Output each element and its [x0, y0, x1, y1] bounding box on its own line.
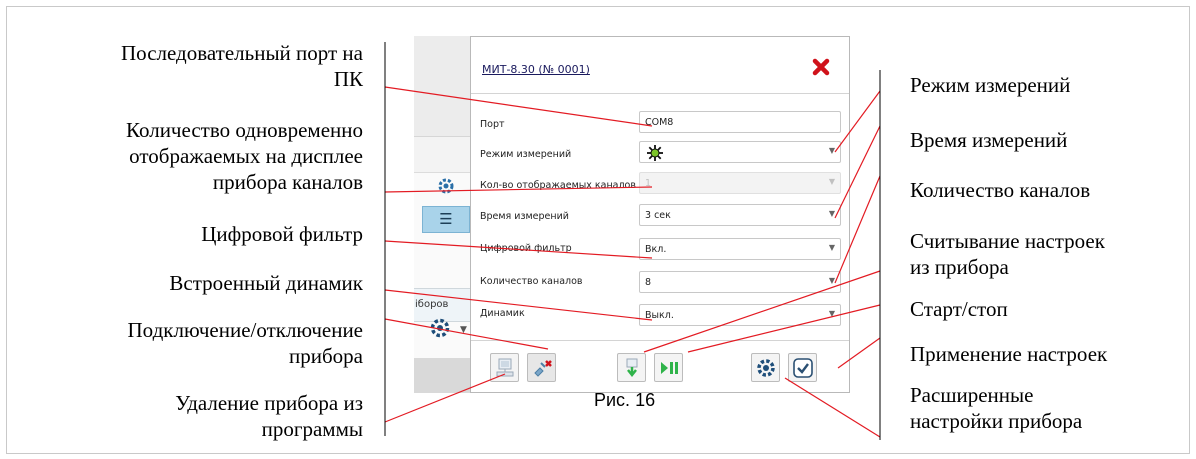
callout-serial-port: Последовательный порт на ПК — [121, 40, 363, 92]
callout-text: Считывание настроек из прибора — [910, 229, 1105, 279]
callout-read-settings: Считывание настроек из прибора — [910, 228, 1105, 280]
callout-text: Количество одновременно отображаемых на … — [126, 118, 363, 194]
callout-display-channels: Количество одновременно отображаемых на … — [126, 117, 363, 195]
callout-text: Режим измерений — [910, 73, 1071, 97]
callout-start-stop: Старт/стоп — [910, 296, 1008, 322]
callout-text: Применение настроек — [910, 342, 1108, 366]
callout-text: Подключение/отключение прибора — [127, 318, 363, 368]
callout-text: Последовательный порт на ПК — [121, 41, 363, 91]
callout-apply: Применение настроек — [910, 341, 1107, 367]
callout-text: Расширенные настройки прибора — [910, 383, 1083, 433]
callout-text: Количество каналов — [910, 178, 1091, 202]
callout-text: Время измерений — [910, 128, 1068, 152]
callout-digital-filter: Цифровой фильтр — [201, 221, 363, 247]
callout-measurement-time: Время измерений — [910, 127, 1067, 153]
callout-delete: Удаление прибора из программы — [175, 390, 363, 442]
callout-text: Удаление прибора из программы — [175, 391, 363, 441]
callout-text: Встроенный динамик — [169, 271, 363, 295]
callout-channel-count: Количество каналов — [910, 177, 1090, 203]
callout-text: Цифровой фильтр — [201, 222, 363, 246]
callout-measurement-mode: Режим измерений — [910, 72, 1070, 98]
callout-speaker: Встроенный динамик — [169, 270, 363, 296]
callout-advanced-settings: Расширенные настройки прибора — [910, 382, 1082, 434]
callout-connect: Подключение/отключение прибора — [128, 317, 363, 369]
callout-text: Старт/стоп — [910, 297, 1008, 321]
caption-text: Рис. 16 — [594, 390, 656, 410]
